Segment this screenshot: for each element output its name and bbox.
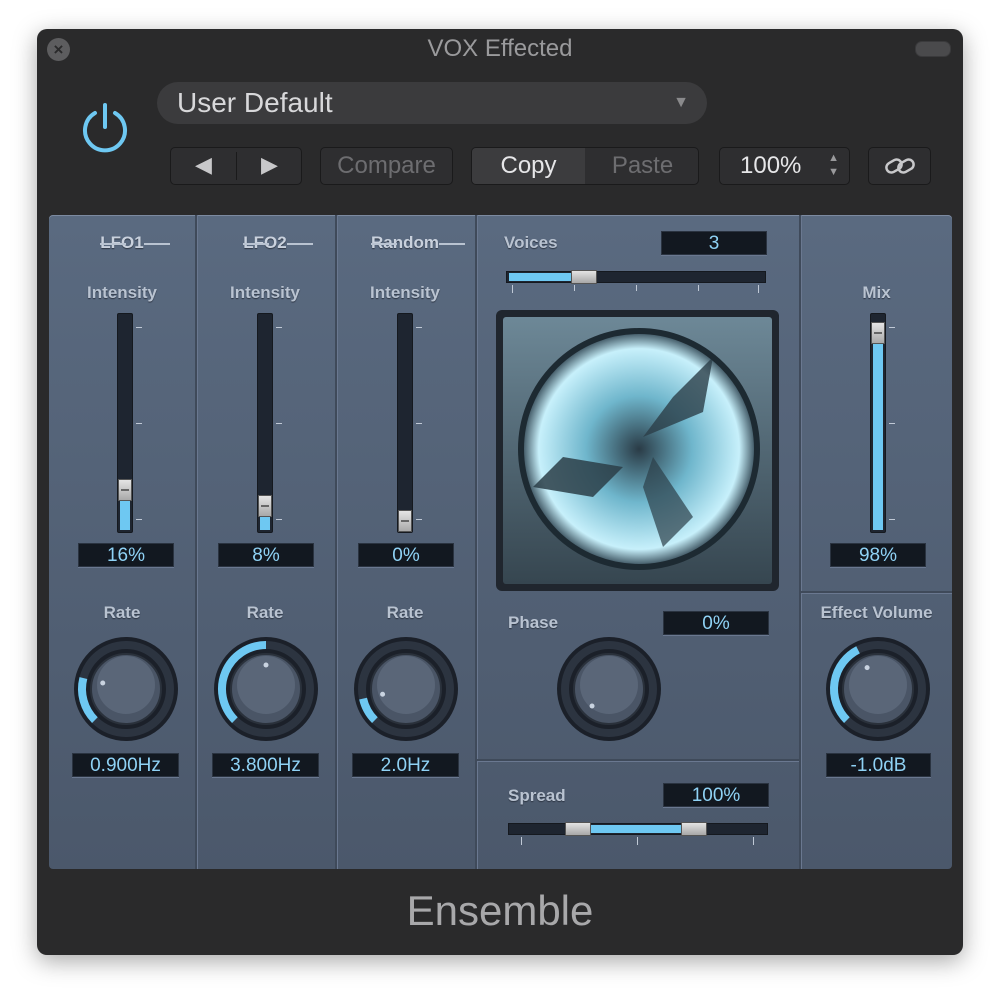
knob-indicator (263, 662, 269, 668)
knob-indicator (100, 680, 106, 686)
random-intensity-label: Intensity (370, 283, 440, 302)
lfo2-rate-value[interactable]: 3.800Hz (212, 753, 319, 777)
link-icon (884, 158, 915, 174)
lfo2-rate-label: Rate (246, 603, 284, 622)
lfo2-header: LFO2 (195, 233, 335, 253)
random-rate-label: Rate (386, 603, 424, 622)
knob-indicator (380, 691, 386, 697)
spread-value[interactable]: 100% (663, 783, 769, 807)
compare-button[interactable]: Compare (320, 147, 453, 185)
lfo1-rate-knob[interactable] (72, 635, 180, 743)
lfo1-intensity-slider[interactable] (117, 313, 133, 533)
preset-name: User Default (177, 87, 333, 118)
mix-label: Mix (862, 283, 891, 302)
random-intensity-slider[interactable] (397, 313, 413, 533)
plugin-window: × VOX Effected User Default ▼ ◀ ▶ Compar… (37, 29, 963, 955)
stepper-arrows-icon: ▲ ▼ (828, 152, 839, 178)
lfo2-intensity-slider[interactable] (257, 313, 273, 533)
phase-knob[interactable] (555, 635, 663, 743)
previous-preset-button[interactable]: ◀ (171, 148, 236, 184)
knob-indicator (864, 665, 870, 671)
slider-handle[interactable] (871, 322, 885, 344)
toolbar-toggle-button[interactable] (915, 41, 951, 57)
random-rate-value[interactable]: 2.0Hz (352, 753, 459, 777)
plugin-name: Ensemble (406, 887, 594, 934)
lfo1-rate-label: Rate (103, 603, 141, 622)
ensemble-visualizer (496, 310, 779, 591)
spread-label: Spread (508, 786, 566, 805)
preset-menu[interactable]: User Default ▼ (157, 82, 707, 124)
slider-handle[interactable] (118, 479, 132, 501)
paste-button[interactable]: Paste (586, 148, 699, 184)
phase-value[interactable]: 0% (663, 611, 769, 635)
lfo1-header: LFO1 (49, 233, 195, 253)
phase-label: Phase (508, 613, 559, 632)
spread-right-handle[interactable] (681, 822, 707, 836)
zoom-value: 100% (740, 152, 802, 179)
lfo2-intensity-value[interactable]: 8% (218, 543, 314, 567)
slider-handle[interactable] (258, 495, 272, 517)
voices-slider[interactable] (506, 270, 766, 284)
lfo1-intensity-value[interactable]: 16% (78, 543, 174, 567)
copy-paste-group: Copy Paste (471, 147, 699, 185)
slider-handle[interactable] (571, 270, 597, 284)
link-button[interactable] (868, 147, 931, 185)
spread-left-handle[interactable] (565, 822, 591, 836)
lfo2-rate-knob[interactable] (212, 635, 320, 743)
random-header: Random (335, 233, 475, 253)
chevron-down-icon: ▼ (673, 94, 689, 111)
effect-volume-value[interactable]: -1.0dB (826, 753, 931, 777)
effect-volume-knob[interactable] (824, 635, 932, 743)
titlebar: × VOX Effected (37, 29, 963, 69)
next-preset-button[interactable]: ▶ (237, 148, 302, 184)
voices-label: Voices (504, 233, 558, 252)
window-title: VOX Effected (427, 35, 573, 62)
zoom-stepper[interactable]: 100% ▲ ▼ (719, 147, 850, 185)
power-icon[interactable] (77, 99, 133, 155)
random-rate-knob[interactable] (352, 635, 460, 743)
knob-indicator (589, 703, 595, 709)
mix-value[interactable]: 98% (830, 543, 926, 567)
spread-slider[interactable] (508, 822, 768, 836)
lfo2-intensity-label: Intensity (230, 283, 300, 302)
lfo1-intensity-label: Intensity (87, 283, 157, 302)
preset-navigation: ◀ ▶ (170, 147, 302, 185)
slider-handle[interactable] (398, 510, 412, 532)
effect-volume-label: Effect Volume (820, 603, 933, 622)
copy-button[interactable]: Copy (472, 148, 585, 184)
ensemble-panel: LFO1 Intensity 16% Rate 0.900Hz LFO2 Int… (49, 215, 952, 869)
lfo1-rate-value[interactable]: 0.900Hz (72, 753, 179, 777)
random-intensity-value[interactable]: 0% (358, 543, 454, 567)
voice-swirl-display (518, 328, 760, 570)
mix-slider[interactable] (870, 313, 886, 533)
voices-value[interactable]: 3 (661, 231, 767, 255)
